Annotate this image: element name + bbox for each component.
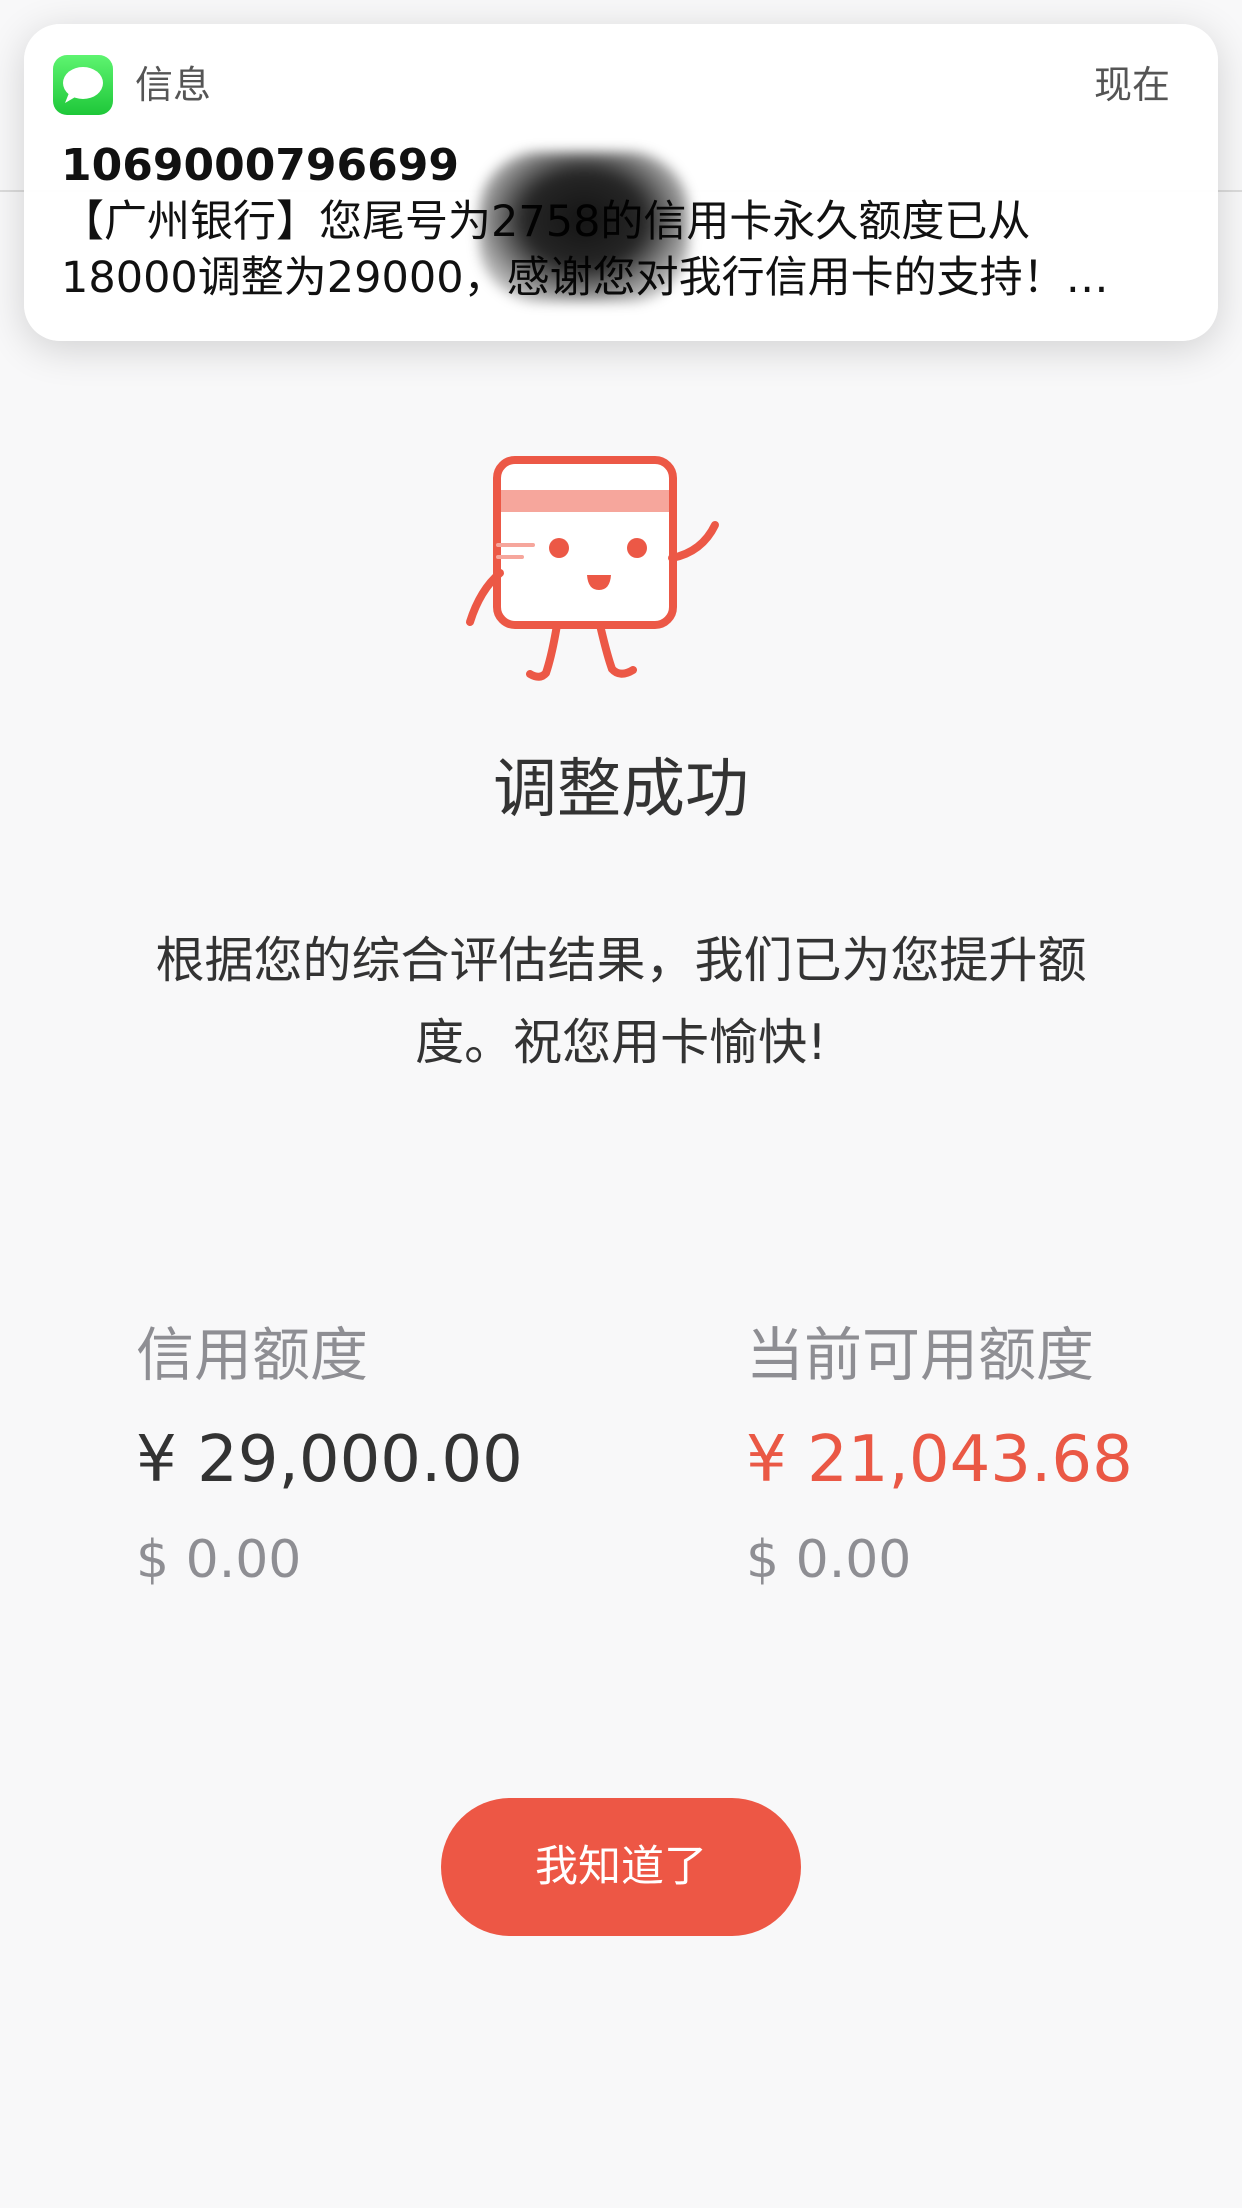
credit-limit-usd: $ 0.00 — [136, 1530, 302, 1590]
notification-app-name: 信息 — [135, 63, 212, 107]
credit-limit-label: 信用额度 — [136, 1321, 369, 1389]
redaction-scribble — [479, 152, 689, 302]
message-notification-banner[interactable]: 信息 现在 1069000796699 【广州银行】您尾号为2758的信用卡永久… — [24, 24, 1218, 341]
notification-sender: 1069000796699 — [61, 140, 459, 191]
available-limit-cny: ¥ 21,043.68 — [746, 1423, 1133, 1497]
available-limit-usd: $ 0.00 — [746, 1530, 912, 1590]
credit-card-mascot-icon — [440, 440, 800, 700]
available-limit-label: 当前可用额度 — [746, 1321, 1095, 1389]
result-message: 根据您的综合评估结果，我们已为您提升额度。祝您用卡愉快! — [155, 932, 1087, 1071]
available-limit-section: 当前可用额度 ¥ 21,043.68 $ 0.00 — [746, 1315, 1133, 1595]
result-title: 调整成功 — [493, 753, 749, 827]
notification-time: 现在 — [1093, 63, 1170, 107]
credit-limit-cny: ¥ 29,000.00 — [136, 1423, 523, 1497]
messages-icon — [53, 55, 113, 115]
credit-limit-section: 信用额度 ¥ 29,000.00 $ 0.00 — [136, 1315, 523, 1595]
confirm-button[interactable]: 我知道了 — [441, 1798, 801, 1936]
